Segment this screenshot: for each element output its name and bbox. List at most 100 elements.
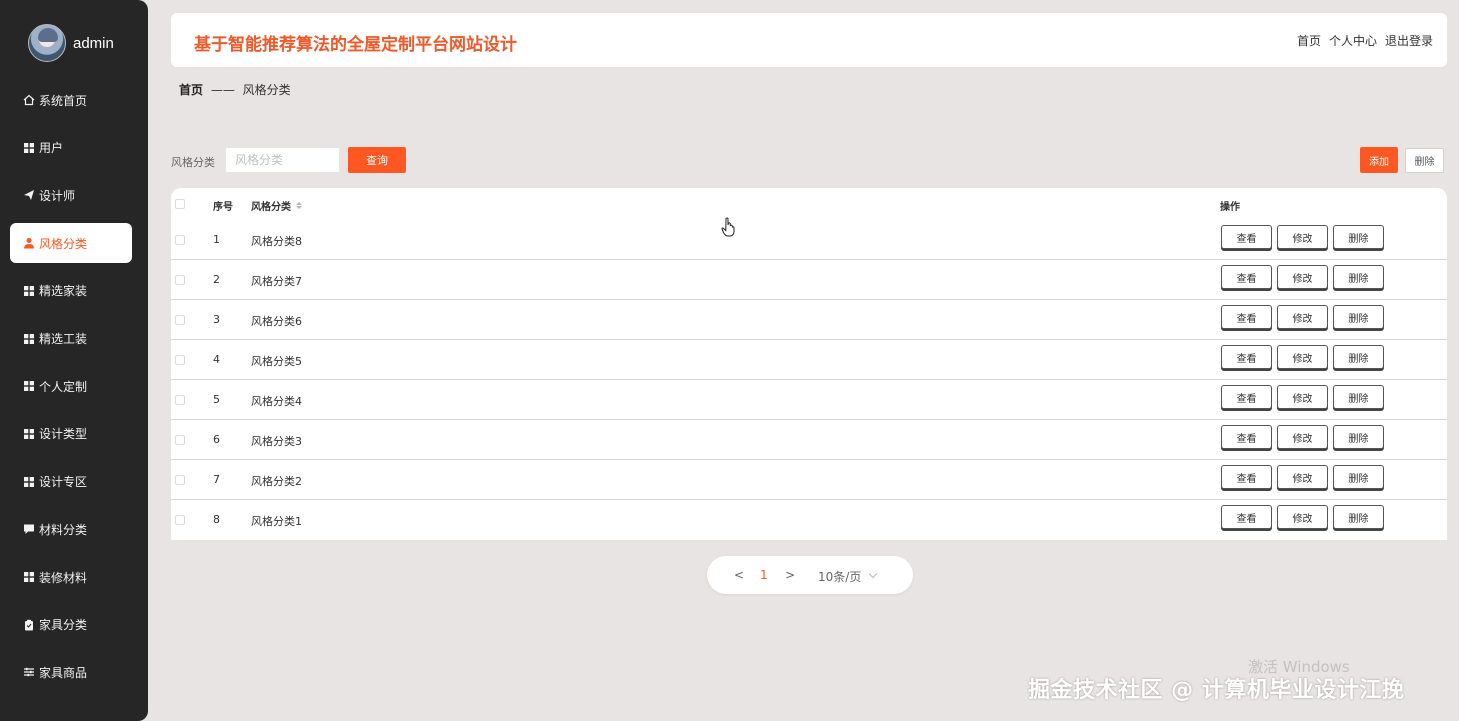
sort-icon[interactable]: [296, 202, 302, 209]
row-index: 5: [213, 393, 220, 406]
row-checkbox[interactable]: [175, 355, 185, 365]
sidebar-item-4[interactable]: 风格分类: [10, 223, 132, 264]
table-row: 7 风格分类2 查看 修改 删除: [171, 460, 1447, 500]
row-checkbox[interactable]: [175, 435, 185, 445]
view-button[interactable]: 查看: [1221, 345, 1272, 369]
delete-button[interactable]: 删除: [1333, 425, 1384, 449]
row-index: 2: [213, 273, 220, 286]
row-checkbox[interactable]: [175, 315, 185, 325]
sidebar-item-12[interactable]: 家具分类: [10, 605, 132, 645]
view-button[interactable]: 查看: [1221, 265, 1272, 289]
sidebar-item-9[interactable]: 设计专区: [10, 462, 132, 502]
sidebar-item-label: 家具商品: [39, 665, 88, 680]
delete-button[interactable]: 删除: [1333, 265, 1384, 289]
page-number-current[interactable]: 1: [760, 568, 768, 582]
row-index: 4: [213, 353, 220, 366]
sidebar-item-label: 系统首页: [39, 93, 88, 108]
view-button[interactable]: 查看: [1221, 305, 1272, 329]
sidebar-item-10[interactable]: 材料分类: [10, 509, 132, 549]
sidebar-item-label: 设计类型: [39, 427, 88, 442]
delete-button[interactable]: 删除: [1333, 305, 1384, 329]
edit-button[interactable]: 修改: [1277, 305, 1328, 329]
row-checkbox[interactable]: [175, 235, 185, 245]
sidebar-item-label: 用户: [39, 141, 64, 156]
avatar[interactable]: [28, 24, 66, 62]
breadcrumb-home[interactable]: 首页: [179, 83, 203, 97]
delete-button[interactable]: 删除: [1333, 465, 1384, 489]
sidebar-item-label: 个人定制: [39, 379, 88, 394]
sidebar-item-label: 设计师: [39, 188, 76, 203]
watermark: 掘金技术社区 @ 计算机毕业设计江挽: [1028, 678, 1405, 703]
delete-button[interactable]: 删除: [1333, 505, 1384, 529]
sidebar-item-2[interactable]: 用户: [10, 128, 132, 168]
breadcrumb-separator: ——: [210, 83, 235, 97]
grid-icon: [23, 333, 35, 345]
sidebar-item-1[interactable]: 系统首页: [10, 80, 132, 120]
search-input[interactable]: [225, 147, 340, 173]
add-button[interactable]: 添加: [1360, 147, 1398, 173]
sidebar-item-11[interactable]: 装修材料: [10, 557, 132, 597]
chevron-down-icon[interactable]: [868, 569, 878, 579]
row-category: 风格分类6: [251, 315, 302, 328]
row-category: 风格分类1: [251, 515, 302, 528]
view-button[interactable]: 查看: [1221, 465, 1272, 489]
query-button[interactable]: 查询: [348, 147, 406, 173]
table-row: 6 风格分类3 查看 修改 删除: [171, 420, 1447, 460]
view-button[interactable]: 查看: [1221, 385, 1272, 409]
view-button[interactable]: 查看: [1221, 225, 1272, 249]
row-checkbox[interactable]: [175, 515, 185, 525]
edit-button[interactable]: 修改: [1277, 385, 1328, 409]
user-profile[interactable]: admin: [28, 24, 114, 62]
edit-button[interactable]: 修改: [1277, 345, 1328, 369]
sidebar-item-label: 精选家装: [39, 284, 88, 299]
edit-button[interactable]: 修改: [1277, 425, 1328, 449]
page-title: 基于智能推荐算法的全屋定制平台网站设计: [194, 35, 517, 55]
table-row: 1 风格分类8 查看 修改 删除: [171, 220, 1447, 260]
sidebar-item-8[interactable]: 设计类型: [10, 414, 132, 454]
search-label: 风格分类: [171, 156, 215, 169]
sidebar-item-13[interactable]: 家具商品: [10, 652, 132, 692]
delete-button[interactable]: 删除: [1333, 385, 1384, 409]
home-link[interactable]: 首页: [1297, 32, 1321, 49]
edit-button[interactable]: 修改: [1277, 465, 1328, 489]
delete-button[interactable]: 删除: [1333, 345, 1384, 369]
profile-link[interactable]: 个人中心: [1329, 32, 1377, 49]
sidebar: admin 系统首页用户设计师风格分类精选家装精选工装个人定制设计类型设计专区材…: [0, 0, 148, 721]
row-category: 风格分类4: [251, 395, 302, 408]
view-button[interactable]: 查看: [1221, 425, 1272, 449]
table-row: 3 风格分类6 查看 修改 删除: [171, 300, 1447, 340]
row-index: 8: [213, 513, 220, 526]
next-page-button[interactable]: >: [785, 568, 795, 582]
send-icon: [23, 189, 35, 201]
breadcrumb: 首页 —— 风格分类: [179, 81, 291, 98]
table-row: 8 风格分类1 查看 修改 删除: [171, 500, 1447, 540]
logout-link[interactable]: 退出登录: [1385, 32, 1433, 49]
sidebar-item-5[interactable]: 精选家装: [10, 271, 132, 311]
sidebar-item-6[interactable]: 精选工装: [10, 319, 132, 359]
grid-icon: [23, 380, 35, 392]
row-checkbox[interactable]: [175, 475, 185, 485]
sliders-icon: [23, 666, 35, 678]
edit-button[interactable]: 修改: [1277, 505, 1328, 529]
edit-button[interactable]: 修改: [1277, 265, 1328, 289]
sidebar-item-7[interactable]: 个人定制: [10, 366, 132, 406]
grid-icon: [23, 476, 35, 488]
batch-delete-button[interactable]: 删除: [1405, 148, 1444, 173]
hand-cursor-icon: [721, 217, 735, 237]
column-header-category[interactable]: 风格分类: [251, 198, 302, 213]
view-button[interactable]: 查看: [1221, 505, 1272, 529]
select-all-checkbox[interactable]: [175, 199, 185, 209]
row-checkbox[interactable]: [175, 275, 185, 285]
table-row: 5 风格分类4 查看 修改 删除: [171, 380, 1447, 420]
sidebar-item-3[interactable]: 设计师: [10, 175, 132, 215]
table-row: 4 风格分类5 查看 修改 删除: [171, 340, 1447, 380]
row-checkbox[interactable]: [175, 395, 185, 405]
prev-page-button[interactable]: <: [734, 568, 744, 582]
delete-button[interactable]: 删除: [1333, 225, 1384, 249]
grid-icon: [23, 142, 35, 154]
sidebar-item-label: 风格分类: [39, 236, 88, 251]
grid-icon: [23, 285, 35, 297]
edit-button[interactable]: 修改: [1277, 225, 1328, 249]
row-category: 风格分类7: [251, 275, 302, 288]
page-size-select[interactable]: 10条/页: [818, 568, 861, 585]
